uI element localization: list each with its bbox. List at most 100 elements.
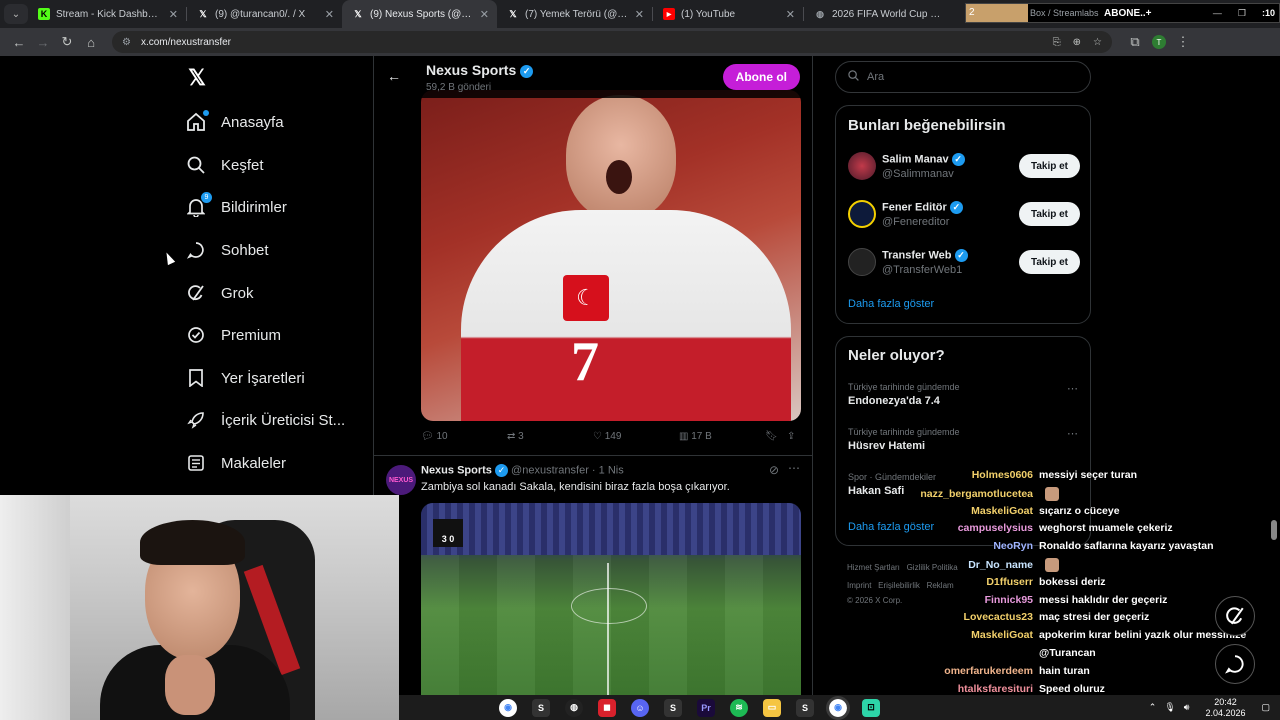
- chat-text: maç stresi der geçeriz: [1039, 611, 1150, 624]
- tab-close-icon[interactable]: ✕: [480, 8, 489, 21]
- page-scrollbar[interactable]: [1271, 520, 1277, 540]
- search-input[interactable]: Ara: [835, 61, 1091, 93]
- microphone-icon[interactable]: 🎙︎: [1164, 702, 1175, 713]
- restore-icon[interactable]: ❐: [1238, 8, 1246, 19]
- grok-floating-button[interactable]: [1215, 596, 1255, 636]
- mouse-cursor: [162, 250, 176, 266]
- notification-center-icon[interactable]: ▢: [1261, 702, 1270, 713]
- show-more-link[interactable]: Daha fazla göster: [848, 298, 934, 310]
- chat-text: sıçarız o cüceye: [1039, 504, 1120, 517]
- app-icon[interactable]: ◼: [598, 698, 616, 717]
- trend-item[interactable]: Türkiye tarihinde gündemde Hüsrev Hatemi…: [848, 427, 1080, 452]
- reply-button[interactable]: 💬︎ 10: [421, 431, 448, 442]
- zoom-icon[interactable]: ⊕: [1073, 37, 1081, 48]
- avatar[interactable]: [848, 152, 876, 180]
- site-info-icon[interactable]: ⚙: [122, 37, 131, 48]
- premiere-icon[interactable]: Pr: [697, 698, 715, 717]
- post-image[interactable]: ☾ 7: [421, 90, 801, 421]
- emote-icon: [1045, 558, 1059, 572]
- nav-chat[interactable]: Sohbet: [185, 235, 269, 265]
- more-options-icon[interactable]: ⋯: [1067, 382, 1078, 395]
- x-logo-icon[interactable]: 𝕏: [185, 65, 209, 90]
- avatar[interactable]: [848, 200, 876, 228]
- turkish-flag-icon: ☾: [563, 275, 609, 321]
- suggestion-row[interactable]: Salim Manav ✓ @Salimmanav Takip et: [848, 149, 1080, 183]
- follow-button[interactable]: Takip et: [1018, 250, 1080, 274]
- app-icon[interactable]: S: [664, 698, 682, 717]
- back-icon[interactable]: ←: [8, 31, 30, 53]
- verified-badge-icon: [185, 324, 207, 346]
- repost-button[interactable]: ⇄ 3: [507, 431, 524, 442]
- reload-icon[interactable]: ↻: [56, 31, 78, 53]
- tab-search-button[interactable]: ⌄: [4, 4, 28, 24]
- minimize-icon[interactable]: —: [1213, 8, 1222, 19]
- home-icon[interactable]: ⌂: [80, 31, 102, 53]
- like-button[interactable]: ♡ 149: [593, 431, 621, 442]
- app-icon[interactable]: ⊡: [862, 698, 880, 717]
- follow-button[interactable]: Takip et: [1018, 154, 1080, 178]
- nav-creator-studio[interactable]: İçerik Üreticisi St...: [185, 405, 345, 435]
- tab-close-icon[interactable]: ✕: [169, 8, 178, 21]
- system-clock[interactable]: 20:42 2.04.2026: [1205, 697, 1245, 719]
- tab-fifa-bracket[interactable]: ◍ 2026 FIFA World Cup Bracket P: [804, 0, 954, 28]
- volume-icon[interactable]: 🔊︎: [1184, 702, 1190, 713]
- suggestion-row[interactable]: Transfer Web ✓ @TransferWeb1 Takip et: [848, 245, 1080, 279]
- windows-taskbar: ◉ S ◍ ◼ ☺ S Pr ≋ ▭ S ◉ ⊡ ⌃ 🎙︎ 🔊︎ 20:42 2…: [399, 695, 1280, 720]
- views-button[interactable]: ▥ 17 B: [679, 431, 712, 442]
- menu-icon[interactable]: ⋮: [1172, 31, 1194, 53]
- tab-close-icon[interactable]: ✕: [635, 8, 644, 21]
- app-icon[interactable]: S: [532, 698, 550, 717]
- chat-username[interactable]: Holmes0606: [0, 469, 1033, 481]
- nav-bookmarks[interactable]: Yer İşaretleri: [185, 363, 305, 393]
- tab-close-icon[interactable]: ✕: [325, 8, 334, 21]
- suggestion-row[interactable]: Fener Editör ✓ @Fenereditor Takip et: [848, 197, 1080, 231]
- tab-yemek-teroru[interactable]: 𝕏 (7) Yemek Terörü (@yemekteror ✕: [497, 0, 652, 28]
- obs-icon[interactable]: ◍: [565, 698, 583, 717]
- profile-avatar[interactable]: T: [1148, 31, 1170, 53]
- nav-premium[interactable]: Premium: [185, 320, 281, 350]
- more-options-icon[interactable]: ⋯: [1067, 427, 1078, 440]
- app-icon[interactable]: S: [796, 698, 814, 717]
- nav-explore[interactable]: Keşfet: [185, 150, 264, 180]
- chrome-active-icon[interactable]: ◉: [826, 695, 850, 720]
- tab-close-icon[interactable]: ✕: [786, 8, 795, 21]
- back-arrow-icon[interactable]: ←: [387, 68, 401, 84]
- spotify-icon[interactable]: ≋: [730, 698, 748, 717]
- verified-badge-icon: ✓: [951, 152, 965, 166]
- discord-icon[interactable]: ☺: [631, 698, 649, 717]
- subscribe-button[interactable]: Abone ol: [722, 64, 800, 90]
- nav-home[interactable]: Anasayfa: [185, 107, 284, 137]
- url-text: x.com/nexustransfer: [140, 36, 232, 48]
- install-app-icon[interactable]: ⎘: [1053, 37, 1061, 48]
- chrome-icon[interactable]: ◉: [499, 698, 517, 717]
- verified-badge-icon: ✓: [949, 200, 963, 214]
- tab-title: (1) YouTube: [681, 8, 736, 20]
- extensions-icon[interactable]: ⧉: [1124, 31, 1146, 53]
- profile-header: ← Nexus Sports ✓ 59,2 B gönderi Abone ol: [374, 56, 812, 98]
- forward-icon[interactable]: →: [32, 31, 54, 53]
- jersey-number: 7: [571, 331, 599, 393]
- webcam-feed: [0, 495, 399, 720]
- tab-nexus-sports[interactable]: 𝕏 (9) Nexus Sports (@nexustransfer ✕: [342, 0, 497, 28]
- share-icon[interactable]: ⇪: [787, 431, 795, 442]
- tray-chevron-icon[interactable]: ⌃: [1149, 702, 1157, 713]
- bookmark-icon[interactable]: 🔖︎: [765, 431, 778, 442]
- overlay-counter: :10: [1261, 7, 1275, 18]
- nav-label: Yer İşaretleri: [221, 369, 305, 387]
- panel-title: Bunları beğenebilirsin: [848, 117, 1006, 134]
- chat-text: bokessi deriz: [1039, 575, 1106, 588]
- nav-notifications[interactable]: 9 Bildirimler: [185, 192, 287, 222]
- tab-turancan[interactable]: 𝕏 (9) @turancan0/. / X ✕: [187, 0, 342, 28]
- chat-text: @Turancan: [1039, 647, 1096, 659]
- chat-floating-button[interactable]: [1215, 644, 1255, 684]
- tab-youtube[interactable]: ▶ (1) YouTube ✕: [653, 0, 803, 28]
- address-bar[interactable]: ⚙ x.com/nexustransfer ⎘ ⊕ ☆: [112, 31, 1112, 53]
- tab-kick-dashboard[interactable]: K Stream - Kick Dashboard ✕: [28, 0, 186, 28]
- folder-icon[interactable]: ▭: [763, 698, 781, 717]
- bookmark-star-icon[interactable]: ☆: [1093, 37, 1102, 48]
- verified-badge-icon: ✓: [954, 248, 968, 262]
- nav-grok[interactable]: Grok: [185, 278, 254, 308]
- trend-item[interactable]: Türkiye tarihinde gündemde Endonezya'da …: [848, 382, 1080, 407]
- follow-button[interactable]: Takip et: [1018, 202, 1080, 226]
- avatar[interactable]: [848, 248, 876, 276]
